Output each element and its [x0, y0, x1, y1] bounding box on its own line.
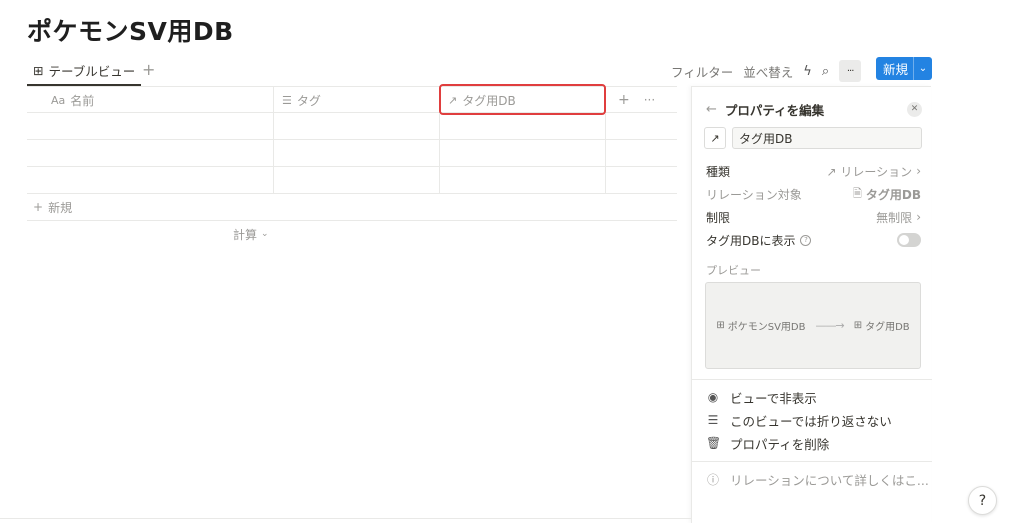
- column-header-actions: + ···: [606, 87, 677, 113]
- column-label: タグ: [296, 93, 321, 108]
- relation-target-value: 🗎 タグ用DB: [853, 185, 921, 204]
- text-property-icon: Aa: [51, 93, 66, 107]
- add-column-button[interactable]: +: [618, 92, 630, 108]
- table-row[interactable]: [27, 140, 677, 167]
- table-row[interactable]: [27, 167, 677, 194]
- add-row-button[interactable]: + 新規: [27, 194, 677, 221]
- page-icon: 🗎: [853, 186, 862, 200]
- relation-target-text: タグ用DB: [865, 187, 921, 202]
- chevron-right-icon: ›: [916, 210, 921, 224]
- calculate-label: 計算: [233, 227, 258, 242]
- lightning-icon[interactable]: ϟ: [803, 64, 812, 79]
- column-header-name[interactable]: Aa 名前: [27, 87, 274, 113]
- column-more-button[interactable]: ···: [644, 93, 655, 107]
- edit-property-panel: ← プロパティを編集 ✕ ↗ タグ用DB 種類 ↗ リレーション › リレーショ…: [691, 86, 932, 523]
- tab-table-view[interactable]: ⊞ テーブルビュー: [27, 56, 142, 86]
- property-icon-picker[interactable]: ↗: [704, 127, 726, 149]
- limit-row[interactable]: 制限 無制限 ›: [706, 207, 921, 227]
- relation-arrow-icon: ↗: [448, 93, 458, 107]
- panel-title: プロパティを編集: [724, 102, 825, 118]
- table-cell[interactable]: [274, 140, 440, 166]
- page-title: ポケモンSV用DB: [27, 17, 234, 46]
- add-view-button[interactable]: +: [142, 60, 155, 79]
- table-cell[interactable]: [274, 113, 440, 139]
- preview-source: ポケモンSV用DB: [727, 322, 806, 333]
- column-header-tag[interactable]: ☰ タグ: [274, 87, 440, 113]
- type-value-text: ↗ リレーション: [826, 164, 913, 179]
- table-icon: ⊞: [853, 320, 863, 331]
- type-value: ↗ リレーション ›: [827, 163, 921, 180]
- delete-property-label: プロパティを削除: [730, 436, 830, 452]
- list-icon: ☰: [707, 413, 719, 427]
- chevron-down-icon: ⌄: [261, 229, 269, 239]
- question-circle-icon: ⓘ: [706, 472, 719, 487]
- table-cell[interactable]: [440, 140, 606, 166]
- preview-label: プレビュー: [706, 264, 761, 277]
- add-row-label: 新規: [48, 200, 73, 215]
- plus-icon: +: [33, 200, 44, 214]
- table-cell[interactable]: [27, 113, 274, 139]
- relation-preview: ⊞ ポケモンSV用DB ——→ ⊞ タグ用DB: [705, 282, 921, 369]
- table-icon: ⊞: [33, 62, 44, 78]
- toolbar: フィルター 並べ替え ϟ ⌕ ···: [671, 60, 862, 82]
- tab-label: テーブルビュー: [48, 63, 136, 79]
- table-header: Aa 名前 ☰ タグ ↗ タグ用DB + ···: [27, 84, 677, 115]
- show-on-related-row: タグ用DBに表示 ?: [706, 230, 921, 250]
- table-icon: ⊞: [716, 320, 725, 331]
- chevron-right-icon: ›: [916, 164, 921, 178]
- show-on-label: タグ用DBに表示: [706, 233, 796, 248]
- back-arrow-icon[interactable]: ←: [706, 102, 717, 117]
- close-icon[interactable]: ✕: [907, 101, 922, 117]
- type-label: 種類: [706, 164, 731, 179]
- limit-label: 制限: [706, 210, 731, 225]
- calculate-button[interactable]: 計算 ⌄: [27, 221, 677, 247]
- search-icon[interactable]: ⌕: [822, 64, 829, 79]
- help-icon[interactable]: ?: [800, 234, 812, 246]
- table-cell[interactable]: [27, 140, 274, 166]
- table-cell[interactable]: [440, 167, 606, 193]
- help-button[interactable]: ?: [968, 486, 997, 515]
- no-wrap-label: このビューでは折り返さない: [730, 413, 892, 429]
- preview-target: タグ用DB: [865, 322, 910, 333]
- column-label: タグ用DB: [462, 93, 516, 108]
- learn-more-label: リレーションについて詳しくはこ...: [730, 472, 929, 488]
- learn-more-link[interactable]: ⓘ リレーションについて詳しくはこ...: [706, 469, 929, 489]
- relation-target-row: リレーション対象 🗎 タグ用DB: [706, 184, 921, 204]
- divider: [692, 461, 932, 462]
- property-type-row[interactable]: 種類 ↗ リレーション ›: [706, 161, 921, 181]
- limit-value: 無制限 ›: [876, 209, 921, 226]
- list-property-icon: ☰: [282, 93, 292, 107]
- column-header-tag-db[interactable]: ↗ タグ用DB: [440, 87, 606, 113]
- delete-property-action[interactable]: 🗑 プロパティを削除: [706, 433, 829, 453]
- trash-icon: 🗑: [706, 436, 722, 450]
- filter-button[interactable]: フィルター: [671, 62, 733, 81]
- long-arrow-icon: ——→: [815, 319, 844, 332]
- no-wrap-action[interactable]: ☰ このビューでは折り返さない: [706, 410, 892, 430]
- limit-value-text: 無制限: [876, 210, 913, 225]
- divider: [692, 379, 932, 380]
- more-options-button[interactable]: ···: [839, 60, 862, 82]
- property-name-row: ↗ タグ用DB: [704, 127, 922, 149]
- show-on-toggle[interactable]: [897, 233, 921, 247]
- eye-slash-icon: ◉: [707, 390, 719, 404]
- view-bar: ⊞ テーブルビュー +: [0, 56, 1024, 86]
- new-button[interactable]: 新規 ⌄: [876, 57, 932, 80]
- table-cell[interactable]: [274, 167, 440, 193]
- database-table: Aa 名前 ☰ タグ ↗ タグ用DB + ··· + 新規 計算 ⌄: [27, 84, 677, 247]
- hide-in-view-action[interactable]: ◉ ビューで非表示: [706, 387, 817, 407]
- new-button-label: 新規: [883, 62, 909, 77]
- panel-header: ← プロパティを編集 ✕: [706, 99, 922, 119]
- divider: [0, 518, 691, 519]
- column-label: 名前: [70, 93, 95, 108]
- chevron-down-icon[interactable]: ⌄: [914, 63, 932, 74]
- relation-target-label: リレーション対象: [706, 187, 802, 202]
- table-cell[interactable]: [440, 113, 606, 139]
- sort-button[interactable]: 並べ替え: [743, 62, 793, 81]
- table-row[interactable]: [27, 113, 677, 140]
- table-cell[interactable]: [27, 167, 274, 193]
- property-name-input[interactable]: タグ用DB: [732, 127, 922, 149]
- hide-in-view-label: ビューで非表示: [730, 390, 817, 406]
